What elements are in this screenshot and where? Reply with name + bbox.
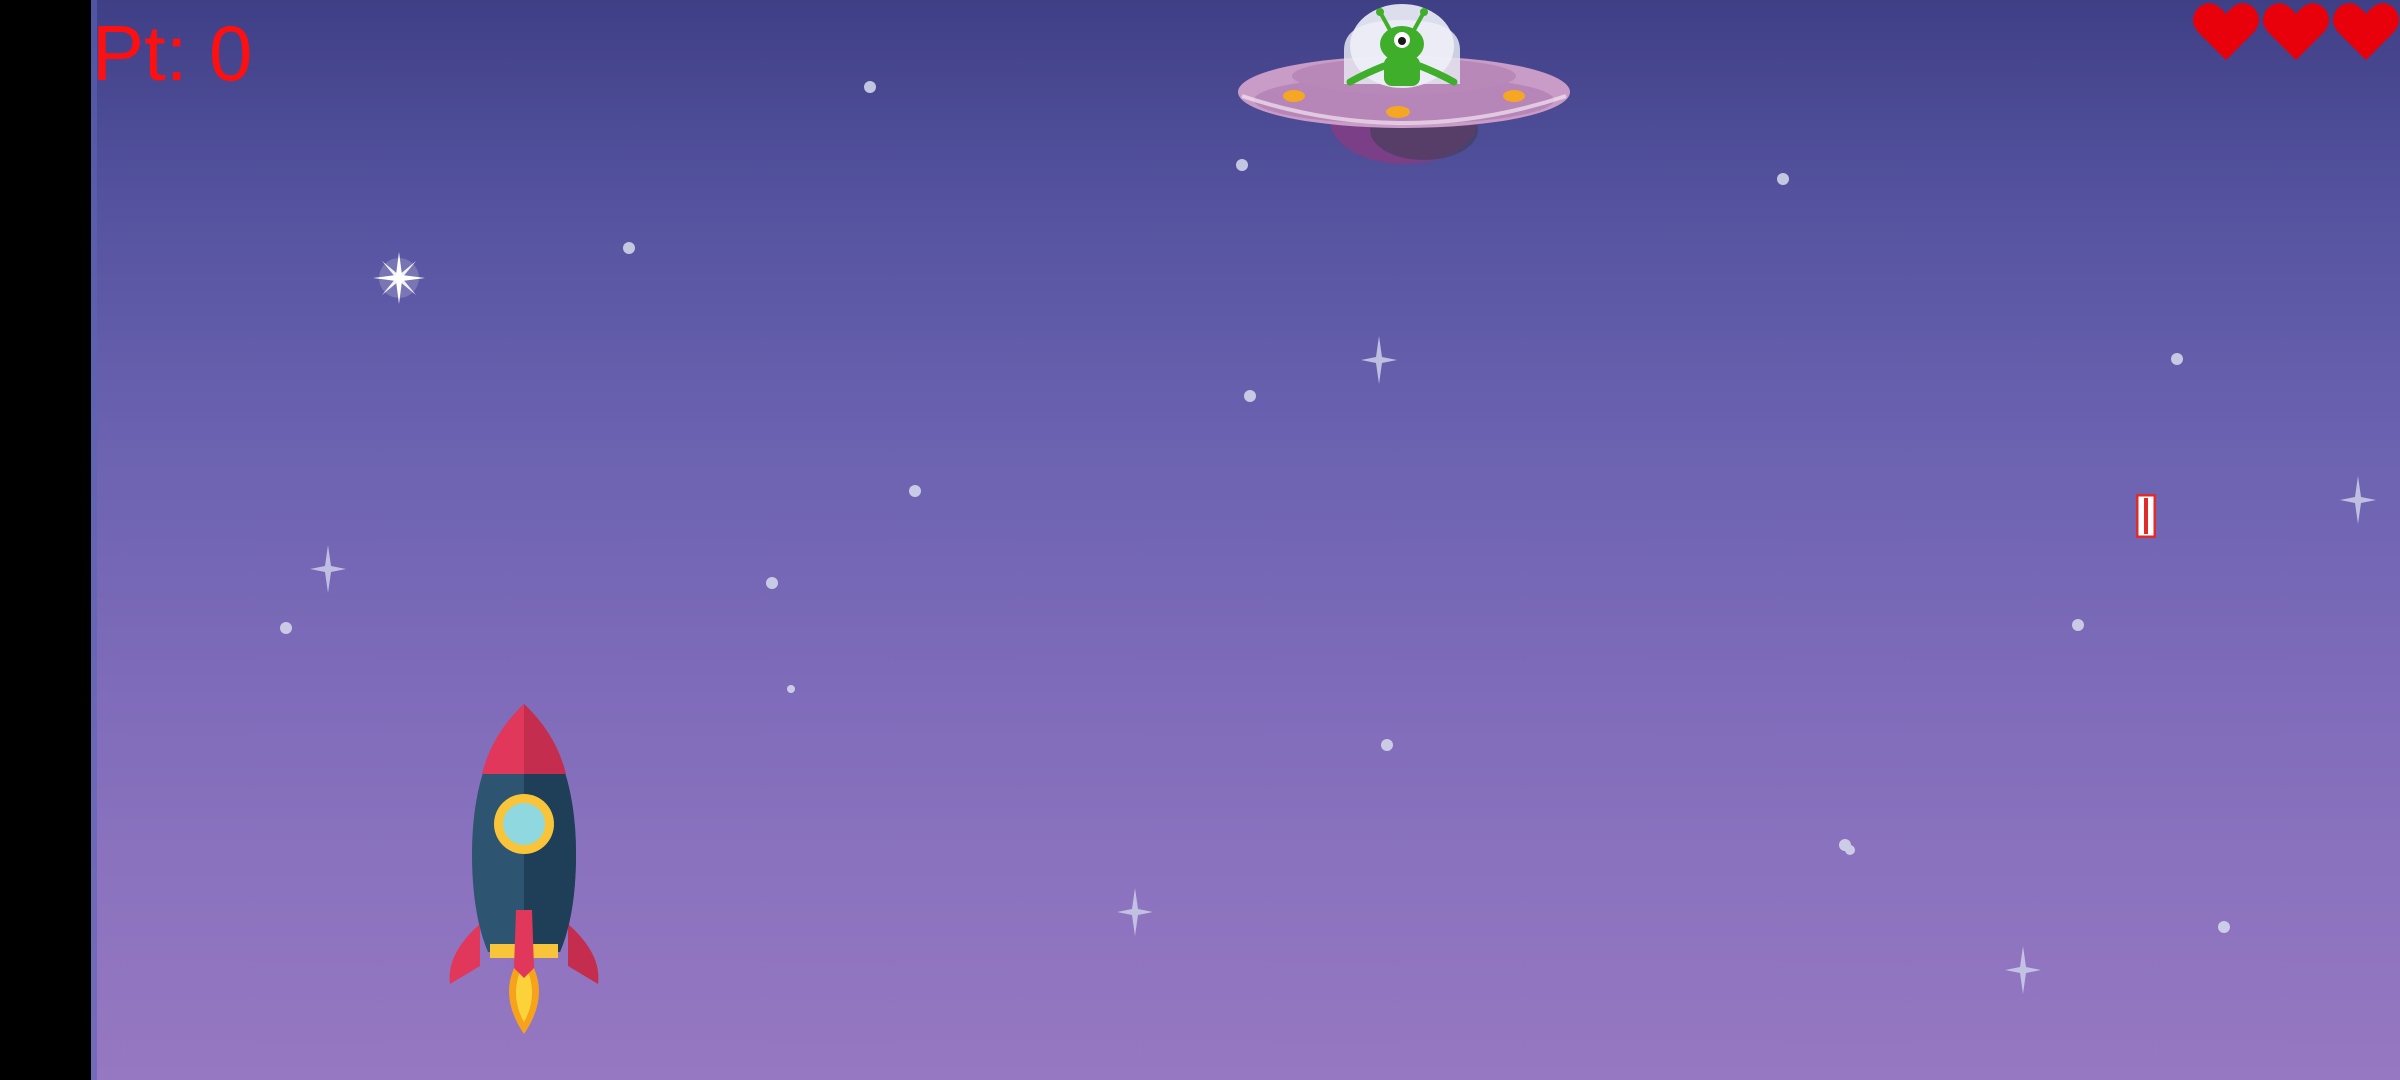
score-label: Pt: 0 — [92, 9, 253, 97]
rocket-player[interactable] — [446, 704, 602, 1040]
lives-display — [2192, 0, 2400, 66]
ufo-enemy — [1238, 4, 1570, 164]
laser-projectile — [2136, 494, 2156, 538]
heart-icon — [2193, 3, 2259, 60]
alien-icon — [1344, 4, 1460, 88]
game-screen[interactable]: Pt: 0 — [0, 0, 2400, 1080]
left-black-bar — [0, 0, 91, 1080]
heart-icon — [2333, 3, 2399, 60]
heart-icon — [2263, 3, 2329, 60]
